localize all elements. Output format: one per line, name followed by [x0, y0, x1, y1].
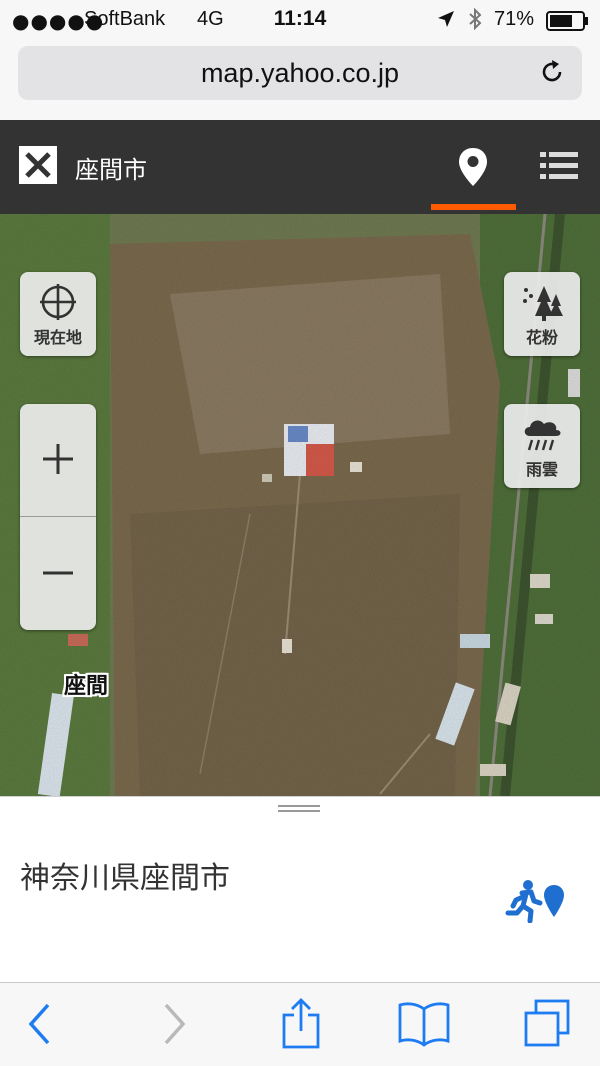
bookmarks-button[interactable]	[398, 1001, 450, 1051]
map-header: 座間市	[0, 120, 600, 214]
rain-cloud-button[interactable]: 雨雲	[504, 404, 580, 488]
url-text[interactable]: map.yahoo.co.jp	[18, 58, 582, 89]
forward-button[interactable]	[156, 1001, 190, 1051]
close-icon	[25, 152, 51, 178]
walking-route-icon	[505, 880, 564, 924]
map-pin-icon	[459, 148, 487, 186]
address-bar[interactable]: map.yahoo.co.jp	[18, 46, 582, 100]
zoom-out-button[interactable]	[20, 517, 96, 629]
minus-icon	[43, 571, 73, 575]
share-button[interactable]	[280, 997, 322, 1053]
tabs-button[interactable]	[522, 999, 572, 1053]
close-button[interactable]	[19, 146, 57, 184]
pollen-button[interactable]: 花粉	[504, 272, 580, 356]
map-place-label: 座間	[64, 674, 109, 699]
drag-handle[interactable]	[278, 805, 320, 815]
bookmarks-icon	[398, 1002, 450, 1047]
tabs-icon	[524, 999, 570, 1047]
active-tab-indicator	[431, 204, 516, 210]
share-icon	[282, 998, 320, 1049]
bluetooth-icon	[468, 7, 482, 34]
status-bar: ●●●●● SoftBank 4G 11:14 71%	[0, 0, 600, 40]
list-icon	[540, 152, 578, 179]
pollen-icon	[504, 282, 580, 322]
crosshair-icon	[20, 282, 96, 322]
location-info-panel[interactable]: 神奈川県座間市	[0, 796, 600, 983]
header-title: 座間市	[75, 156, 147, 184]
back-button[interactable]	[24, 1001, 58, 1051]
tab-map-pin[interactable]	[456, 146, 490, 192]
current-location-button[interactable]: 現在地	[20, 272, 96, 356]
location-arrow-icon	[437, 10, 455, 32]
rain-cloud-icon	[504, 414, 580, 454]
browser-toolbar	[0, 982, 600, 1066]
zoom-controls	[20, 404, 96, 630]
browser-address-area: map.yahoo.co.jp	[0, 40, 600, 120]
forward-icon	[164, 1003, 186, 1045]
map-view[interactable]: 現在地 花粉 雨雲 座間	[0, 214, 600, 796]
rain-cloud-label: 雨雲	[525, 460, 558, 479]
address-text: 神奈川県座間市	[20, 861, 230, 896]
tab-list[interactable]	[540, 150, 578, 186]
battery-icon	[546, 11, 590, 35]
zoom-in-button[interactable]	[20, 404, 96, 516]
plus-icon	[43, 444, 73, 474]
back-icon	[28, 1003, 50, 1045]
battery-percent: 71%	[494, 8, 535, 30]
reload-icon[interactable]	[538, 58, 566, 90]
pollen-label: 花粉	[525, 328, 558, 347]
route-walk-button[interactable]	[504, 879, 566, 927]
current-location-label: 現在地	[33, 328, 82, 347]
